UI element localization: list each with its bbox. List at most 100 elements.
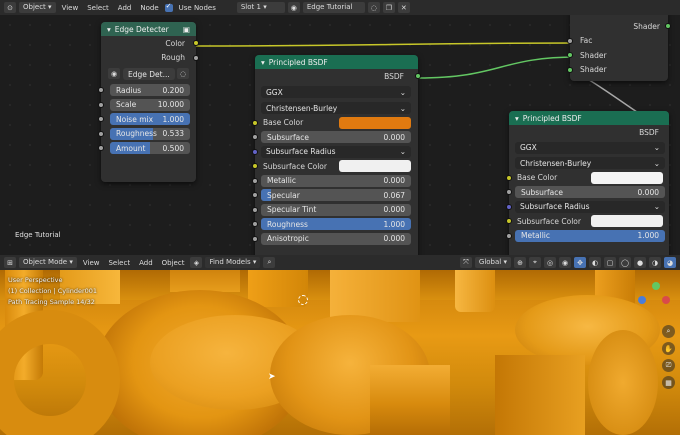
- bsdf2-metallic-socket[interactable]: [506, 232, 512, 239]
- use-nodes-checkbox[interactable]: [164, 2, 173, 12]
- node-tree-icon[interactable]: ◉: [108, 68, 120, 79]
- vp-menu-view[interactable]: View: [80, 259, 103, 267]
- bsdf2-subsurface-socket[interactable]: [506, 189, 512, 196]
- bsdf1-distribution-dropdown[interactable]: GGX ⌄: [261, 86, 411, 98]
- editor-type-icon[interactable]: ⊙: [4, 2, 16, 13]
- mode-dropdown[interactable]: Object ▾: [19, 2, 56, 13]
- bsdf1-roughness-field[interactable]: Roughness 1.000: [261, 218, 411, 231]
- find-models-dropdown[interactable]: Find Models ▾: [205, 257, 261, 268]
- snap-icon[interactable]: ⌖: [529, 257, 541, 268]
- shading-rendered-icon[interactable]: ◕: [664, 257, 676, 268]
- addon-icon[interactable]: ◈: [190, 257, 203, 268]
- proportional-edit-icon[interactable]: ◎: [544, 257, 556, 268]
- shader2-socket[interactable]: [567, 66, 573, 73]
- bsdf2-base-color-socket[interactable]: [506, 174, 512, 181]
- bsdf2-subsurface-color-socket[interactable]: [506, 218, 512, 225]
- roughness-socket[interactable]: [98, 130, 104, 137]
- overlay-icon[interactable]: ◐: [589, 257, 601, 268]
- axis-x-icon[interactable]: [662, 296, 670, 304]
- principled-bsdf-node-1[interactable]: ▾ Principled BSDF BSDF GGX ⌄ Christensen-…: [252, 55, 421, 255]
- bsdf1-base-color-swatch[interactable]: [339, 116, 411, 129]
- viewport-editor-icon[interactable]: ⊞: [4, 257, 16, 268]
- vp-menu-add[interactable]: Add: [136, 259, 156, 267]
- amount-field[interactable]: Amount 0.500: [110, 142, 190, 155]
- bsdf1-anisotropic-socket[interactable]: [252, 235, 258, 242]
- bsdf2-metallic-field[interactable]: Metallic 1.000: [515, 229, 665, 242]
- bsdf1-specular-tint-socket[interactable]: [252, 206, 258, 213]
- navigation-gizmo[interactable]: [636, 282, 672, 318]
- bsdf2-subsurface-color-swatch[interactable]: [591, 215, 663, 228]
- noise-mix-field[interactable]: Noise mix 1.000: [110, 113, 190, 126]
- shading-material-icon[interactable]: ◑: [649, 257, 661, 268]
- radius-socket[interactable]: [98, 87, 104, 94]
- amount-socket[interactable]: [98, 145, 104, 152]
- bsdf1-header[interactable]: ▾ Principled BSDF: [255, 55, 418, 69]
- bsdf1-metallic-field[interactable]: Metallic 0.000: [261, 174, 411, 187]
- bsdf1-anisotropic-field[interactable]: Anisotropic 0.000: [261, 232, 411, 245]
- node-editor[interactable]: Shader Fac Shader Shader ▾ Edge Detecter…: [0, 15, 680, 255]
- bsdf1-specular-tint-field[interactable]: Specular Tint 0.000: [261, 203, 411, 216]
- vp-menu-select[interactable]: Select: [105, 259, 133, 267]
- search-icon[interactable]: ⌕: [263, 257, 276, 268]
- collapse-icon[interactable]: ▾: [107, 25, 111, 34]
- bsdf2-header[interactable]: ▾ Principled BSDF: [509, 111, 669, 125]
- bsdf2-subsurface-method-dropdown[interactable]: Christensen-Burley ⌄: [515, 157, 665, 169]
- edge-roughness-field[interactable]: Roughness 0.533: [110, 127, 190, 140]
- menu-view[interactable]: View: [59, 4, 82, 12]
- principled-bsdf-node-2[interactable]: ▾ Principled BSDF BSDF GGX ⌄ Christensen-…: [506, 111, 669, 255]
- bsdf2-base-color-swatch[interactable]: [591, 171, 663, 184]
- menu-add[interactable]: Add: [115, 4, 135, 12]
- grid-icon[interactable]: ▦: [662, 376, 675, 389]
- vp-menu-object[interactable]: Object: [159, 259, 188, 267]
- menu-node[interactable]: Node: [137, 4, 161, 12]
- axis-z-icon[interactable]: [638, 296, 646, 304]
- zoom-icon[interactable]: ⌕: [662, 325, 675, 338]
- bsdf2-distribution-dropdown[interactable]: GGX ⌄: [515, 141, 665, 154]
- bsdf1-specular-field[interactable]: Specular 0.067: [261, 189, 411, 202]
- shield-icon[interactable]: ◌: [367, 2, 380, 13]
- mix-shader-node[interactable]: Shader Fac Shader Shader: [567, 15, 671, 81]
- bsdf1-specular-socket[interactable]: [252, 192, 258, 199]
- menu-select[interactable]: Select: [84, 4, 112, 12]
- bsdf1-base-color-socket[interactable]: [252, 119, 258, 126]
- bsdf1-subsurface-method-dropdown[interactable]: Christensen-Burley ⌄: [261, 102, 411, 114]
- bsdf2-subsurface-field[interactable]: Subsurface 0.000: [515, 186, 665, 199]
- datablock-field[interactable]: Edge Det...: [123, 68, 175, 80]
- axis-y-icon[interactable]: [652, 282, 660, 290]
- bsdf1-subsurface-color-swatch[interactable]: [339, 160, 411, 173]
- shader1-socket[interactable]: [567, 52, 573, 59]
- bsdf1-metallic-socket[interactable]: [252, 177, 258, 184]
- shading-wireframe-icon[interactable]: ◯: [619, 257, 631, 268]
- noise-socket[interactable]: [98, 116, 104, 123]
- camera-icon[interactable]: ⎚: [662, 359, 675, 372]
- xray-icon[interactable]: ▢: [604, 257, 616, 268]
- radius-field[interactable]: Radius 0.200: [110, 84, 190, 97]
- rough-output-socket[interactable]: [193, 54, 199, 61]
- bsdf1-roughness-socket[interactable]: [252, 221, 258, 228]
- bsdf2-subsurface-radius-dropdown[interactable]: Subsurface Radius ⌄: [515, 200, 665, 213]
- fac-socket[interactable]: [567, 37, 573, 44]
- pivot-icon[interactable]: ⊕: [514, 257, 526, 268]
- 3d-cursor-icon[interactable]: [298, 295, 308, 305]
- edge-node-header[interactable]: ▾ Edge Detecter ▣: [101, 22, 196, 36]
- bsdf1-subsurface-radius-dropdown[interactable]: Subsurface Radius ⌄: [261, 145, 411, 158]
- bsdf2-collapse-icon[interactable]: ▾: [515, 114, 519, 123]
- close-icon[interactable]: ✕: [397, 2, 410, 13]
- bsdf2-subsurface-radius-socket[interactable]: [506, 203, 512, 210]
- material-field[interactable]: Edge Tutorial: [302, 2, 365, 13]
- transform-orientation-dropdown[interactable]: Global ▾: [474, 257, 511, 268]
- scale-socket[interactable]: [98, 101, 104, 108]
- gizmo-icon[interactable]: ✥: [574, 257, 586, 268]
- object-mode-dropdown[interactable]: Object Mode ▾: [19, 257, 77, 268]
- fake-user-icon[interactable]: ◌: [177, 68, 189, 79]
- copy-icon[interactable]: ❐: [382, 2, 395, 13]
- bsdf1-collapse-icon[interactable]: ▾: [261, 58, 265, 67]
- bsdf1-subsurface-radius-socket[interactable]: [252, 148, 258, 155]
- material-icon[interactable]: ◉: [287, 2, 300, 13]
- transform-orientation-icon[interactable]: ⤧: [459, 257, 472, 268]
- shading-solid-icon[interactable]: ●: [634, 257, 646, 268]
- group-icon[interactable]: ▣: [183, 25, 190, 34]
- bsdf1-subsurface-field[interactable]: Subsurface 0.000: [261, 131, 411, 144]
- slot-dropdown[interactable]: Slot 1 ▾: [236, 2, 285, 13]
- bsdf1-subsurface-socket[interactable]: [252, 134, 258, 141]
